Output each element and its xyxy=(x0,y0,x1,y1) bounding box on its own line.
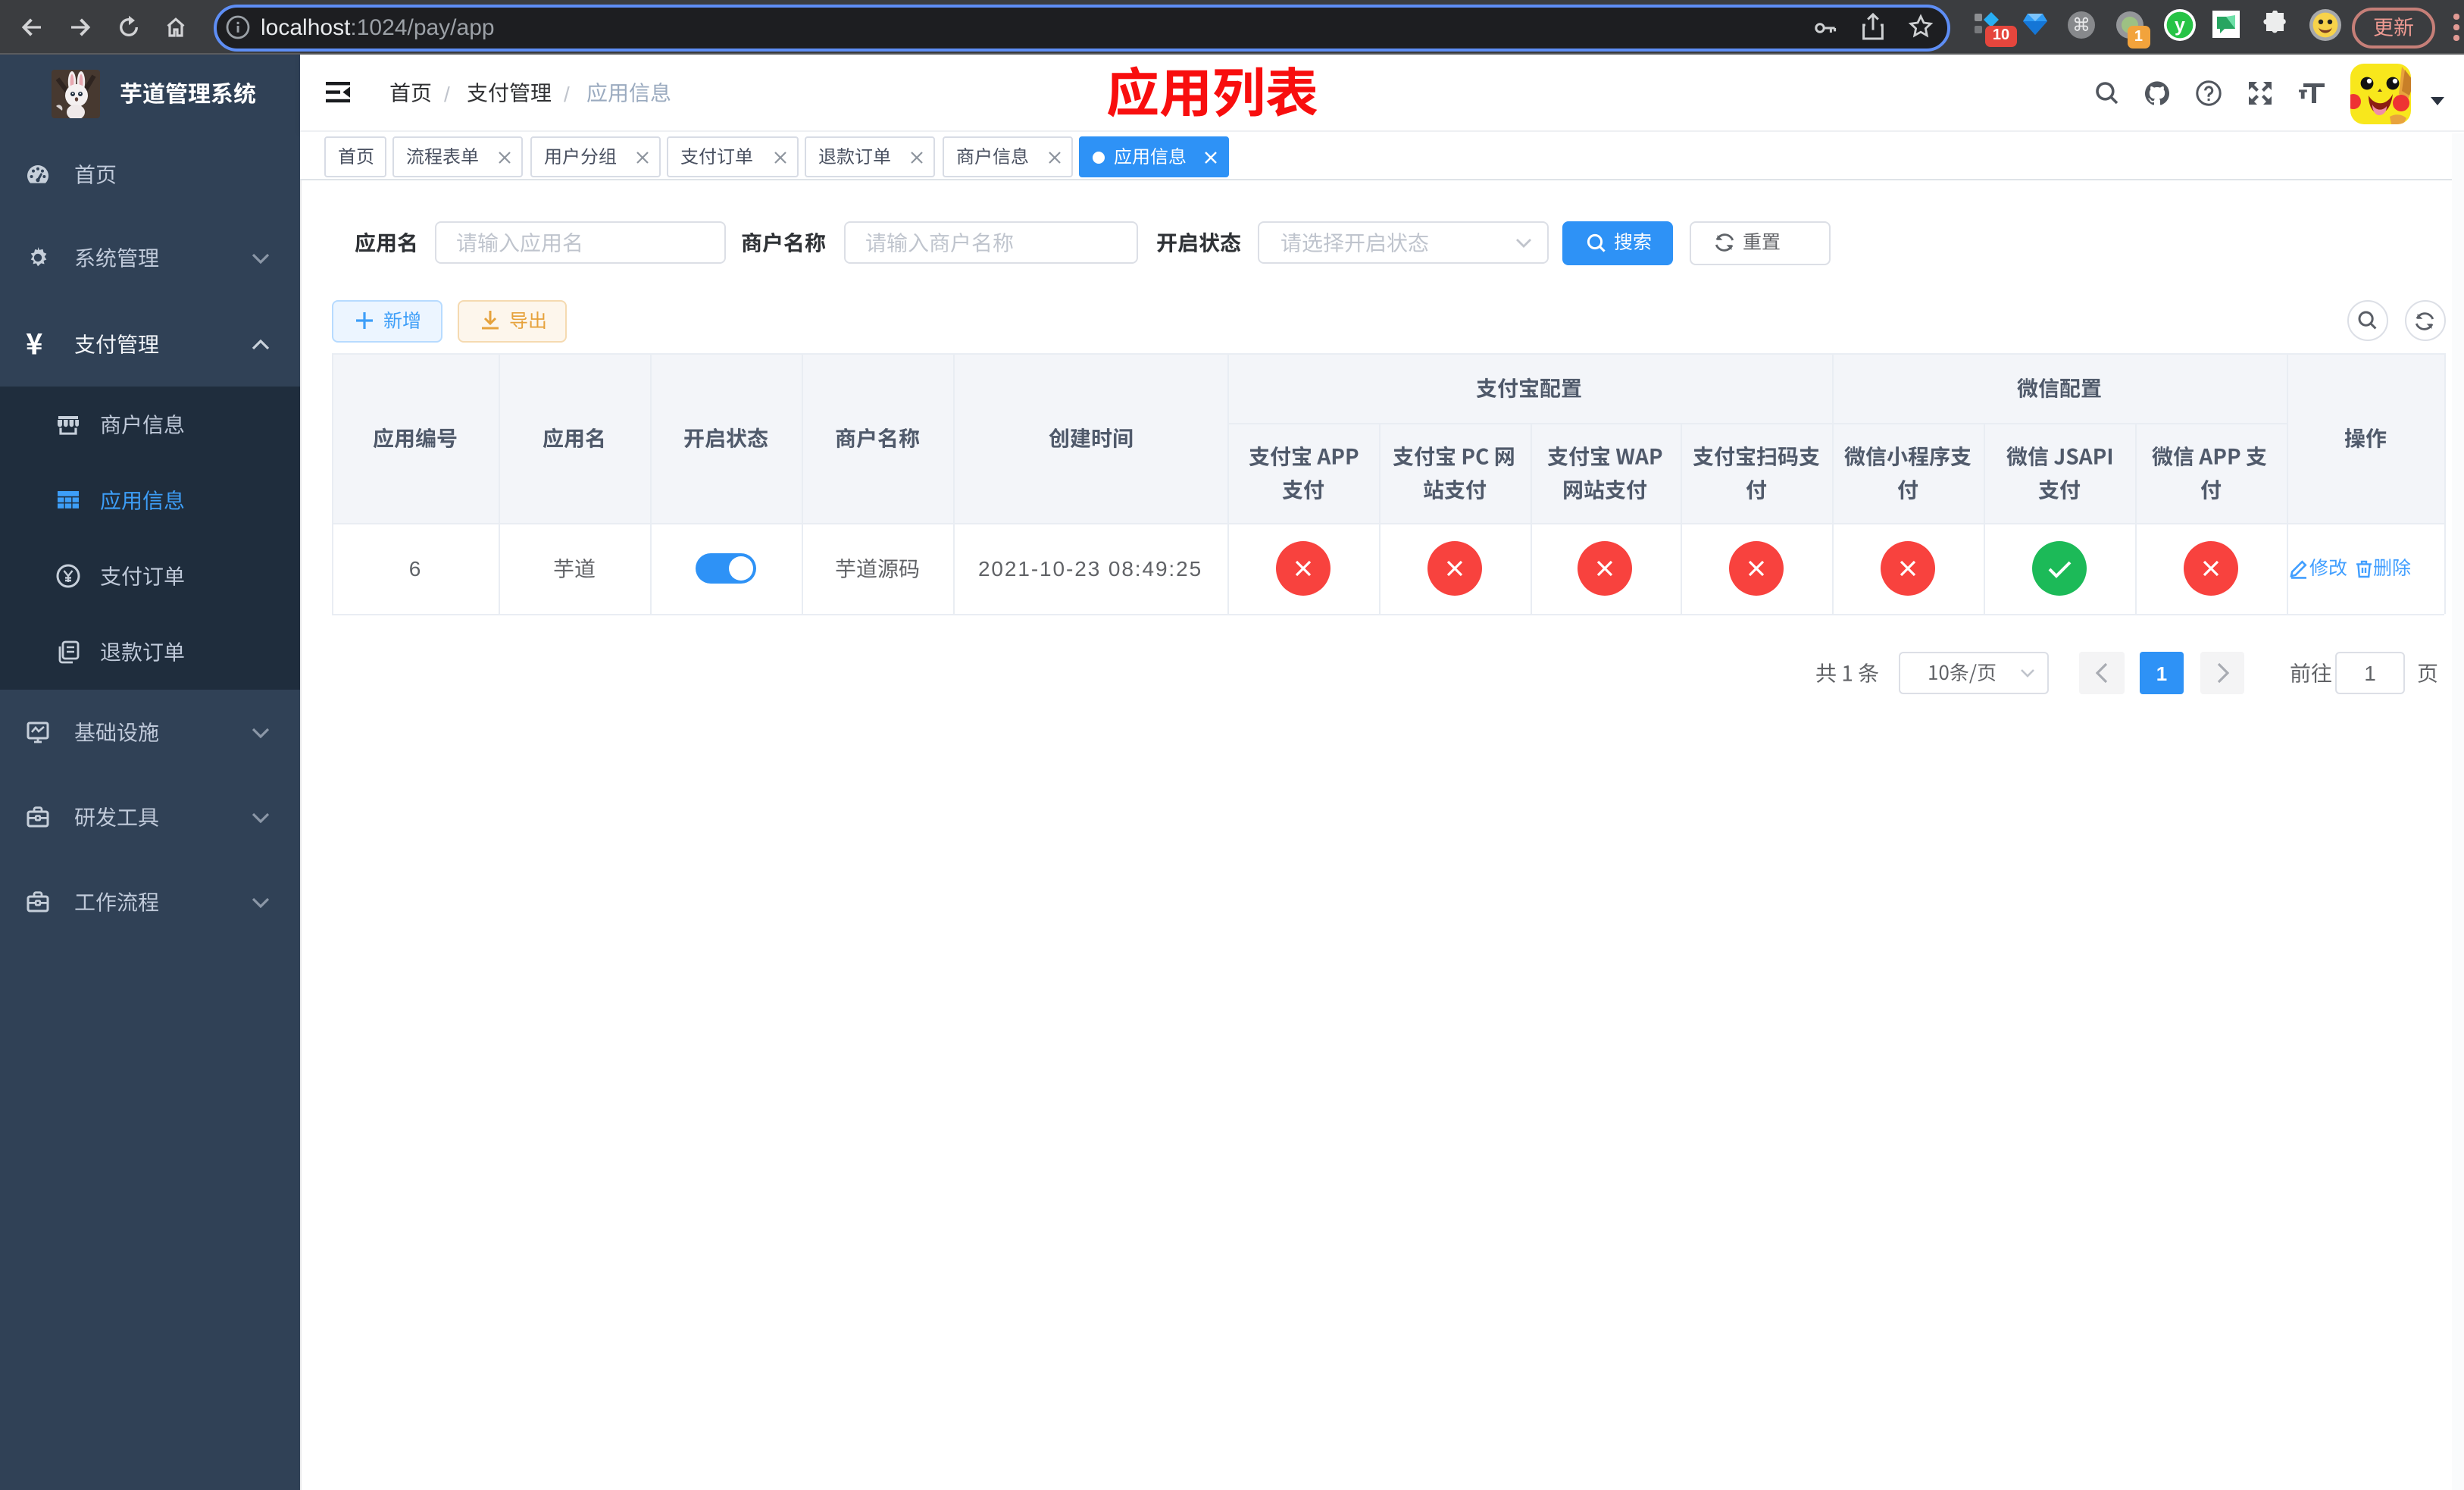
svg-text:y: y xyxy=(2175,15,2185,36)
svg-text:⌘: ⌘ xyxy=(2072,15,2090,36)
